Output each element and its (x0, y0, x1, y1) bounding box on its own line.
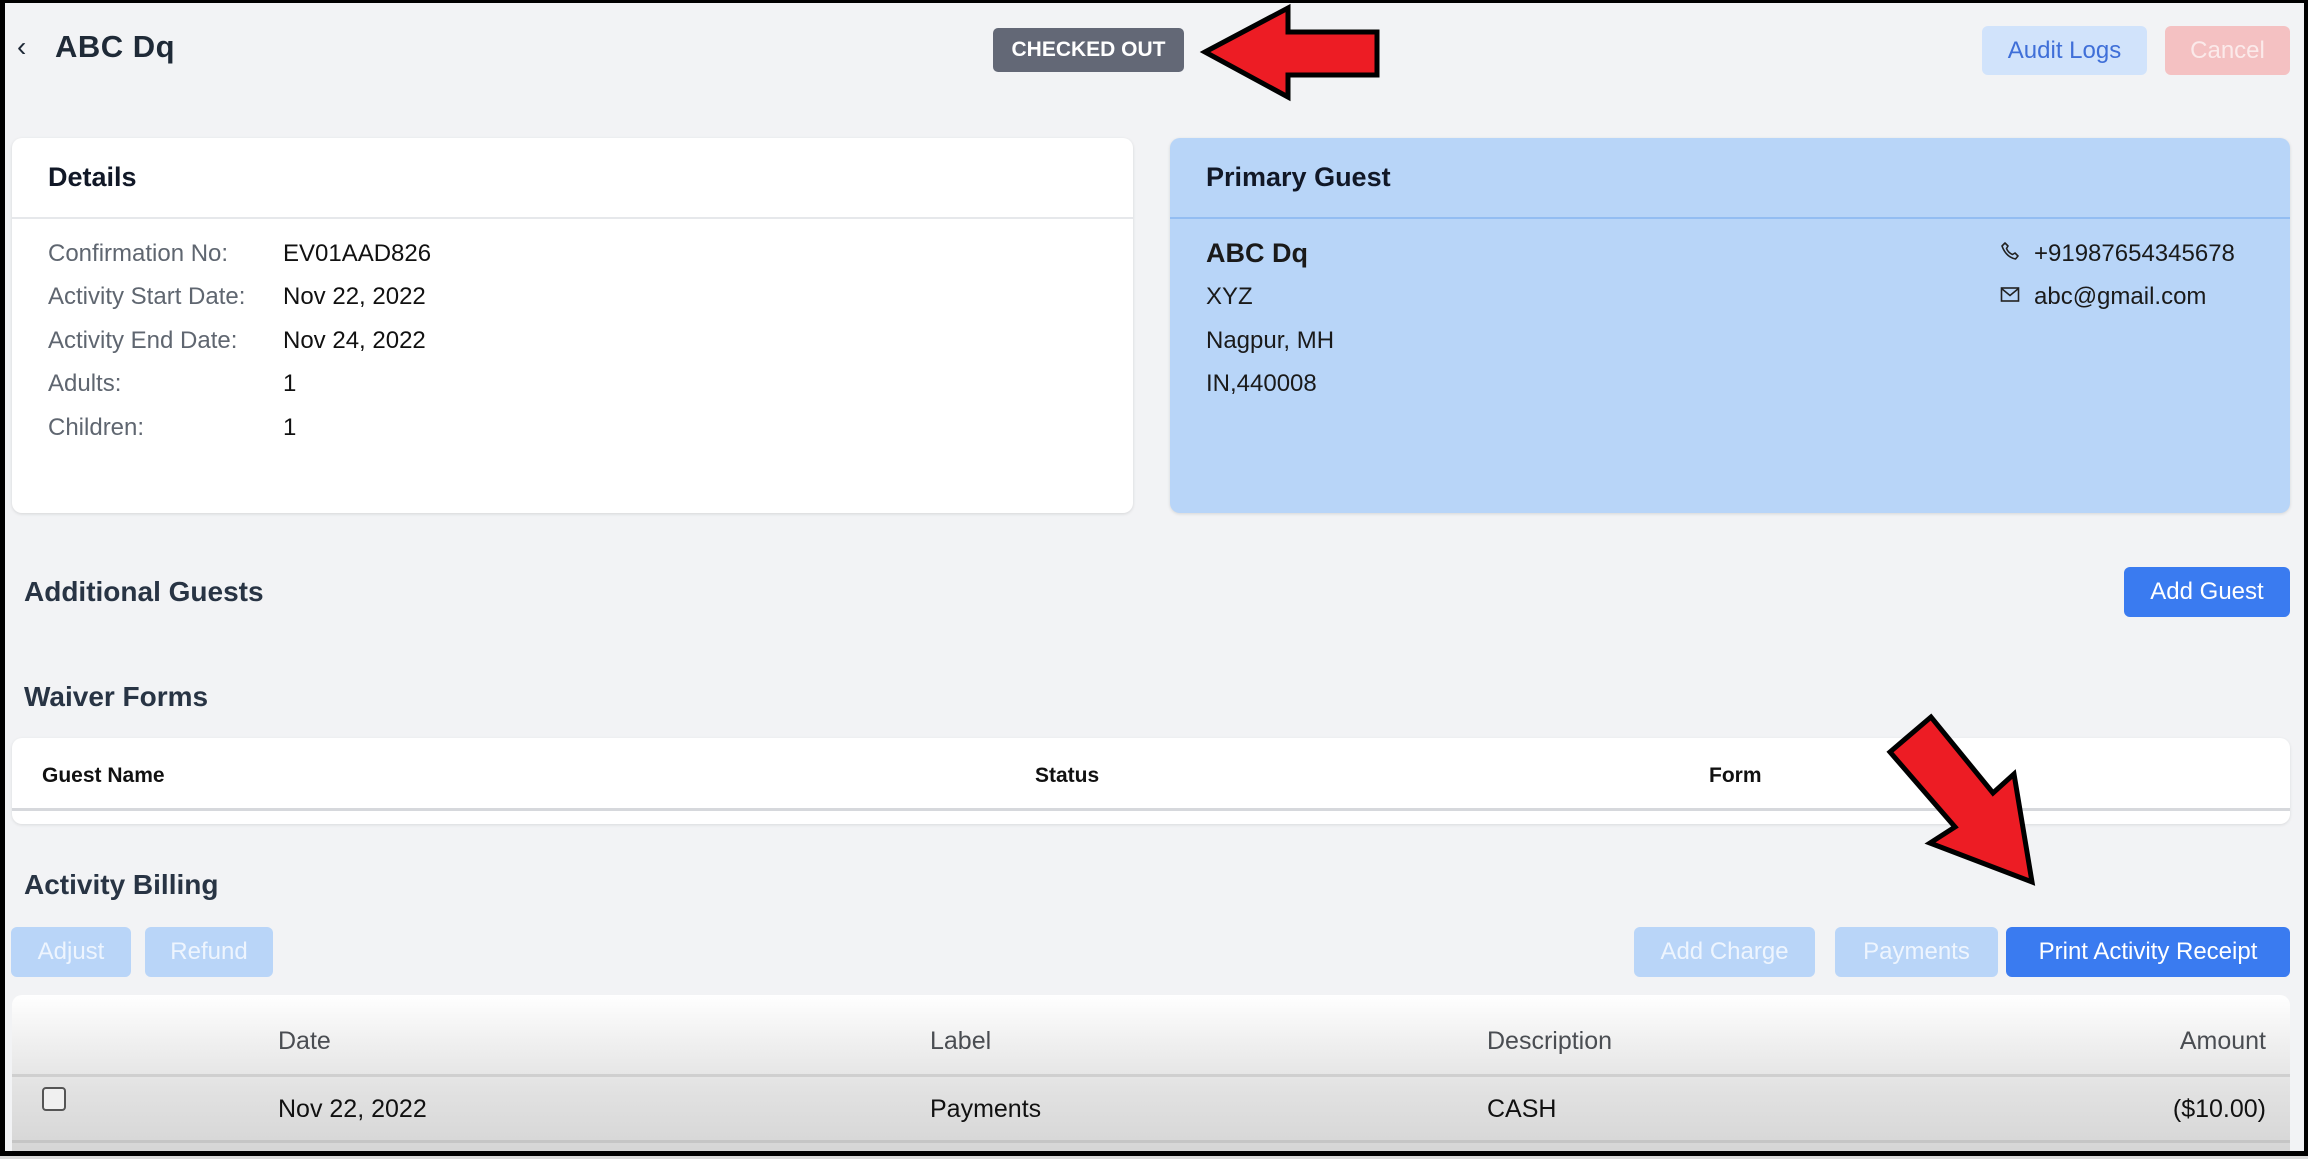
arrow-to-status-badge-icon (1199, 3, 1380, 102)
annotation-overlay (1199, 3, 2036, 886)
arrow-to-print-receipt-icon (1886, 713, 2036, 886)
